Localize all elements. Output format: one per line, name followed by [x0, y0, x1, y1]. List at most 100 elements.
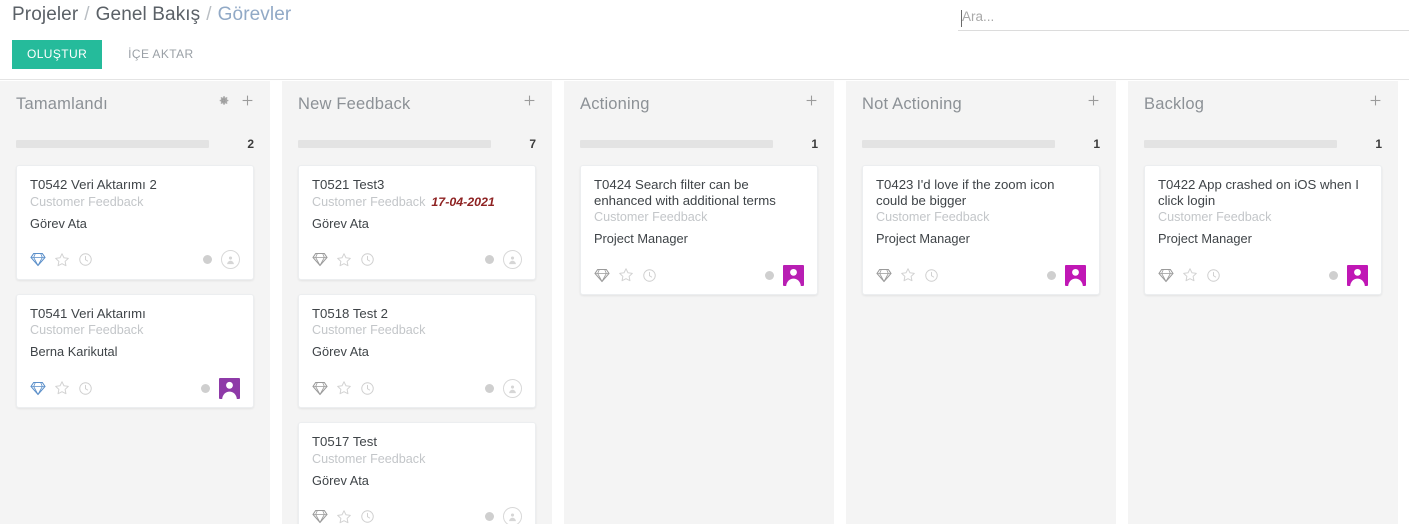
task-card[interactable]: T0423 I'd love if the zoom icon could be…: [862, 165, 1100, 295]
diamond-icon[interactable]: [312, 252, 328, 267]
status-dot: [485, 383, 494, 393]
diamond-icon[interactable]: [30, 252, 46, 267]
task-card-assignee: Project Manager: [594, 231, 688, 246]
board-column-new-feedback: New Feedback 7 T0521 Test3 Customer Feedbac…: [282, 81, 552, 524]
task-card[interactable]: T0521 Test3 Customer Feedback 17-04-2021 Gö…: [298, 165, 536, 280]
board-column-not-actioning: Not Actioning 1 T0423 I'd love if the zoom…: [846, 81, 1116, 524]
column-actions: [217, 94, 254, 107]
column-count: 1: [1375, 137, 1382, 151]
plus-icon[interactable]: [1369, 94, 1382, 107]
star-icon[interactable]: [54, 252, 70, 268]
task-card-title: T0422 App crashed on iOS when I click lo…: [1158, 177, 1359, 208]
avatar[interactable]: [1347, 264, 1368, 286]
task-card[interactable]: T0424 Search filter can be enhanced with…: [580, 165, 818, 295]
column-meta: 2: [16, 137, 254, 151]
task-card-icons: [594, 267, 657, 283]
diamond-icon[interactable]: [30, 381, 46, 396]
task-card-icons: [312, 380, 375, 396]
column-header: New Feedback: [298, 81, 536, 131]
diamond-icon[interactable]: [312, 509, 328, 524]
star-icon[interactable]: [618, 267, 634, 283]
plus-icon[interactable]: [1087, 94, 1100, 107]
clock-icon[interactable]: [924, 268, 939, 283]
task-card-meta: [201, 377, 240, 399]
create-button[interactable]: OLUŞTUR: [12, 40, 103, 69]
column-meta: 1: [1144, 137, 1382, 151]
diamond-icon[interactable]: [1158, 268, 1174, 283]
column-header: Actioning: [580, 81, 818, 131]
star-icon[interactable]: [900, 267, 916, 283]
star-icon[interactable]: [54, 380, 70, 396]
breadcrumb: Projeler / Genel Bakış / Görevler: [12, 4, 291, 26]
column-meta: 1: [580, 137, 818, 151]
clock-icon[interactable]: [360, 252, 375, 267]
star-icon[interactable]: [1182, 267, 1198, 283]
avatar[interactable]: [503, 378, 522, 398]
clock-icon[interactable]: [360, 509, 375, 524]
star-icon[interactable]: [336, 509, 352, 524]
task-card-meta: [203, 250, 240, 269]
column-divider: [270, 81, 282, 524]
status-dot: [485, 255, 494, 264]
column-meta: 7: [298, 137, 536, 151]
avatar[interactable]: [1065, 264, 1086, 286]
column-count: 7: [529, 137, 536, 151]
task-card-title: T0517 Test: [312, 434, 378, 449]
task-card-footer: [312, 377, 522, 399]
breadcrumb-item-gorevler[interactable]: Görevler: [218, 4, 292, 26]
column-count: 2: [247, 137, 254, 151]
task-card-footer: [594, 264, 804, 286]
avatar[interactable]: [503, 507, 522, 524]
task-card-title: T0518 Test 2: [312, 305, 389, 321]
status-dot: [1047, 270, 1056, 280]
star-icon[interactable]: [336, 380, 352, 396]
breadcrumb-separator: /: [206, 4, 212, 25]
clock-icon[interactable]: [642, 268, 657, 283]
status-dot: [765, 270, 774, 280]
task-card[interactable]: T0422 App crashed on iOS when I click lo…: [1144, 165, 1382, 295]
column-meta: 1: [862, 137, 1100, 151]
task-card-meta: [485, 378, 522, 398]
diamond-icon[interactable]: [312, 381, 328, 396]
plus-icon[interactable]: [523, 94, 536, 107]
task-card-subtitle: Customer Feedback: [594, 210, 708, 224]
plus-icon[interactable]: [805, 94, 818, 107]
task-card-footer: [1158, 264, 1368, 286]
avatar[interactable]: [783, 264, 804, 286]
task-card-assignee: Görev Ata: [312, 472, 369, 488]
task-card[interactable]: T0541 Veri Aktarımı Customer Feedback Bern…: [16, 293, 254, 408]
diamond-icon[interactable]: [876, 268, 892, 283]
task-card-meta: [485, 507, 522, 524]
task-card[interactable]: T0517 Test Customer Feedback Görev Ata: [298, 422, 536, 524]
task-card[interactable]: T0542 Veri Aktarımı 2 Customer Feedback Gö…: [16, 165, 254, 280]
clock-icon[interactable]: [1206, 268, 1221, 283]
gear-icon[interactable]: [217, 94, 230, 107]
avatar[interactable]: [503, 250, 522, 269]
clock-icon[interactable]: [78, 252, 93, 267]
clock-icon[interactable]: [78, 381, 93, 396]
diamond-icon[interactable]: [594, 268, 610, 283]
search-input[interactable]: [958, 6, 1409, 31]
column-actions: [523, 94, 536, 107]
search-container: [958, 6, 1409, 31]
action-toolbar: OLUŞTUR İÇE AKTAR: [12, 40, 208, 69]
avatar[interactable]: [219, 377, 240, 399]
kanban-board-page: Projeler / Genel Bakış / Görevler OLUŞTU…: [0, 0, 1409, 524]
status-dot: [1329, 270, 1338, 280]
board-column-actioning: Actioning 1 T0424 Search filter can be enh…: [564, 81, 834, 524]
breadcrumb-item-genel-bakis[interactable]: Genel Bakış: [96, 4, 201, 26]
plus-icon[interactable]: [241, 94, 254, 107]
task-card-footer: [30, 377, 240, 399]
task-card[interactable]: T0518 Test 2 Customer Feedback Görev Ata: [298, 293, 536, 408]
breadcrumb-item-projeler[interactable]: Projeler: [12, 4, 78, 26]
avatar[interactable]: [221, 250, 240, 269]
task-card-subtitle: Customer Feedback: [1158, 210, 1272, 224]
task-card-icons: [312, 509, 375, 524]
task-card-subtitle: Customer Feedback 17-04-2021: [312, 194, 495, 209]
star-icon[interactable]: [336, 252, 352, 268]
clock-icon[interactable]: [360, 381, 375, 396]
import-button[interactable]: İÇE AKTAR: [114, 40, 207, 69]
task-card-footer: [312, 506, 522, 524]
task-card-subtitle: Customer Feedback: [312, 323, 426, 337]
task-card-icons: [876, 267, 939, 283]
